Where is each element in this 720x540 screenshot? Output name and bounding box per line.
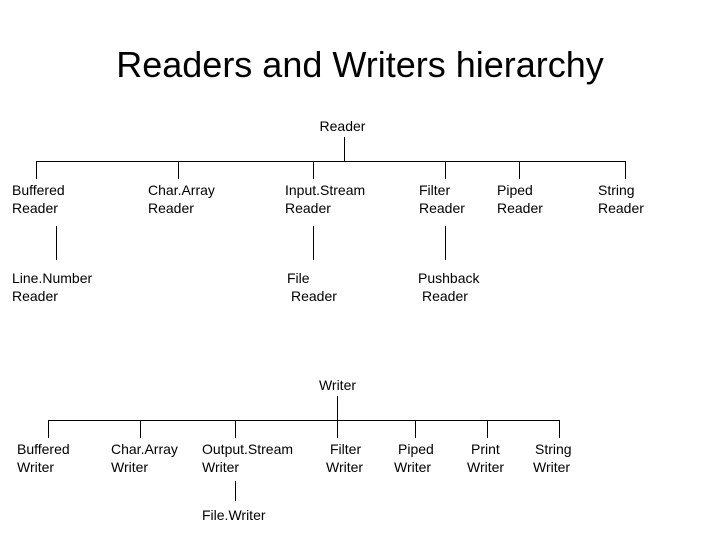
writer-drop-outputstream (235, 420, 236, 438)
node-line1: Line.Number (12, 270, 93, 286)
node-line2: Writer (467, 459, 505, 475)
node-print-writer: Print Writer (467, 440, 504, 476)
reader-drop-file (313, 226, 314, 260)
node-filter-writer: Filter Writer (326, 440, 363, 476)
writer-root-label: Writer (318, 377, 357, 393)
reader-drop-pushback (445, 226, 446, 260)
reader-root-stem (344, 137, 345, 161)
node-chararray-reader: Char.Array Reader (148, 181, 215, 217)
node-line2: Writer (111, 459, 149, 475)
node-line1: String (598, 182, 635, 198)
node-buffered-writer: Buffered Writer (17, 440, 70, 476)
node-line2: Reader (148, 200, 194, 216)
writer-drop-filewriter (235, 481, 236, 501)
reader-root-node: Reader (305, 117, 380, 135)
writer-drop-string (559, 420, 560, 438)
page-title: Readers and Writers hierarchy (116, 44, 604, 85)
reader-drop-filter (445, 161, 446, 179)
node-line2: Writer (17, 459, 55, 475)
reader-drop-chararray (178, 161, 179, 179)
node-piped-reader: Piped Reader (497, 181, 543, 217)
node-line2: Reader (419, 200, 465, 216)
writer-drop-chararray (140, 420, 141, 438)
writer-root-node: Writer (300, 376, 375, 394)
node-line2: Reader (422, 288, 468, 304)
node-string-reader: String Reader (598, 181, 644, 217)
node-line1: Piped (398, 441, 434, 457)
node-line2: Writer (202, 459, 240, 475)
node-line2: Reader (497, 200, 543, 216)
node-filewriter: File.Writer (202, 506, 266, 524)
node-inputstream-reader: Input.Stream Reader (285, 181, 365, 217)
node-line1: Buffered (12, 182, 65, 198)
reader-drop-linenumber (56, 226, 57, 260)
slide-canvas: Readers and Writers hierarchy Reader Buf… (0, 0, 720, 540)
writer-drop-filter (337, 420, 338, 438)
writer-root-stem (337, 396, 338, 420)
node-line1: Pushback (418, 270, 480, 286)
node-line1: Char.Array (148, 182, 215, 198)
reader-root-label: Reader (319, 118, 366, 134)
writer-drop-print (487, 420, 488, 438)
node-line1: String (535, 441, 572, 457)
node-chararray-writer: Char.Array Writer (111, 440, 178, 476)
reader-bus-line (36, 161, 625, 162)
node-line2: Reader (12, 288, 58, 304)
node-line2: Reader (12, 200, 58, 216)
node-line1: Piped (497, 182, 533, 198)
node-line1: Print (471, 441, 500, 457)
node-line1: Buffered (17, 441, 70, 457)
node-linenumber-reader: Line.Number Reader (12, 269, 92, 305)
node-line1: File.Writer (202, 507, 266, 523)
node-piped-writer: Piped Writer (394, 440, 434, 476)
node-line2: Reader (291, 288, 337, 304)
node-filter-reader: Filter Reader (419, 181, 465, 217)
node-line1: Input.Stream (285, 182, 366, 198)
node-line2: Writer (326, 459, 364, 475)
node-line2: Writer (533, 459, 571, 475)
node-line2: Writer (394, 459, 432, 475)
writer-drop-buffered (48, 420, 49, 438)
node-line1: Filter (419, 182, 451, 198)
node-line1: Output.Stream (202, 441, 294, 457)
reader-drop-inputstream (313, 161, 314, 179)
node-buffered-reader: Buffered Reader (12, 181, 65, 217)
node-line2: Reader (598, 200, 644, 216)
reader-drop-string (625, 161, 626, 179)
node-line1: File (287, 270, 310, 286)
reader-drop-buffered (36, 161, 37, 179)
node-string-writer: String Writer (533, 440, 572, 476)
node-outputstream-writer: Output.Stream Writer (202, 440, 293, 476)
node-file-reader: File Reader (287, 269, 337, 305)
node-line2: Reader (285, 200, 331, 216)
reader-drop-piped (519, 161, 520, 179)
writer-bus-line (48, 420, 560, 421)
writer-drop-piped (415, 420, 416, 438)
node-line1: Char.Array (111, 441, 178, 457)
node-pushback-reader: Pushback Reader (418, 269, 479, 305)
node-line1: Filter (330, 441, 362, 457)
